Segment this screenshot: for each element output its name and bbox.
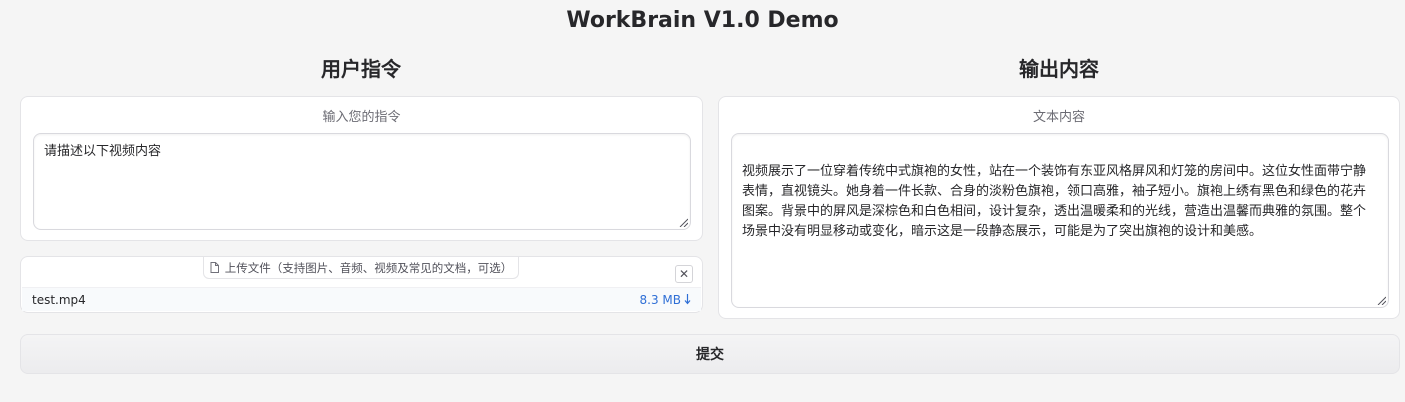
output-textarea[interactable]: 视频展示了一位穿着传统中式旗袍的女性，站在一个装饰有东亚风格屏风和灯笼的房间中。…	[731, 133, 1389, 308]
instruction-input[interactable]: 请描述以下视频内容	[33, 133, 691, 230]
uploaded-file-row: test.mp4 8.3 MB	[22, 287, 701, 311]
user-instruction-heading: 用户指令	[321, 57, 401, 81]
output-text-value: 视频展示了一位穿着传统中式旗袍的女性，站在一个装饰有东亚风格屏风和灯笼的房间中。…	[742, 164, 1367, 239]
file-size: 8.3 MB	[639, 292, 681, 307]
remove-file-button[interactable]: ✕	[675, 265, 693, 283]
download-arrow-icon	[684, 294, 691, 305]
output-panel: 文本内容 视频展示了一位穿着传统中式旗袍的女性，站在一个装饰有东亚风格屏风和灯笼…	[718, 96, 1400, 319]
instruction-label: 输入您的指令	[322, 110, 401, 125]
upload-label-tab: 上传文件（支持图片、音频、视频及常见的文档，可选）	[203, 257, 519, 279]
instruction-panel: 输入您的指令 请描述以下视频内容	[20, 96, 703, 241]
resize-handle-icon[interactable]	[678, 217, 688, 227]
submit-button[interactable]: 提交	[20, 334, 1400, 374]
file-upload-panel: 上传文件（支持图片、音频、视频及常见的文档，可选） ✕ test.mp4 8.3…	[20, 256, 703, 313]
upload-label: 上传文件（支持图片、音频、视频及常见的文档，可选）	[224, 260, 513, 275]
app-title: WorkBrain V1.0 Demo	[566, 8, 839, 33]
output-content-heading: 输出内容	[1019, 57, 1099, 81]
output-label: 文本内容	[1032, 110, 1085, 125]
instruction-input-value: 请描述以下视频内容	[44, 144, 162, 159]
file-name: test.mp4	[32, 292, 86, 307]
resize-handle-icon[interactable]	[1376, 295, 1386, 305]
file-download-link[interactable]: 8.3 MB	[640, 293, 691, 307]
file-icon	[210, 262, 219, 273]
